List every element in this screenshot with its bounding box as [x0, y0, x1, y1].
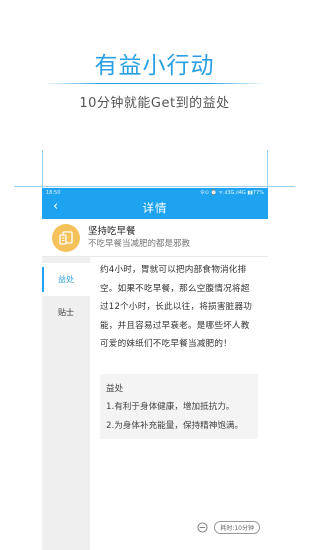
duration-badge: 耗时:10分钟 — [214, 521, 260, 534]
item-header: 坚持吃早餐 不吃早餐当减肥的都是邪教 — [42, 219, 268, 257]
clock-icon — [197, 522, 208, 533]
tab-benefits[interactable]: 益处 — [42, 263, 90, 296]
content-text: 约4小时，胃就可以把内部食物消化排空。如果不吃早餐，那么空腹情况将超过12个小时… — [100, 265, 253, 349]
promo-divider — [44, 83, 265, 84]
status-time: 18:50 — [46, 189, 61, 196]
promo-subtitle: 10分钟就能Get到的益处 — [79, 96, 230, 111]
status-bar: 18:50 令⊙ ⌚ ᯤ.ıl3G.ıl4G ▮▮77% — [42, 188, 268, 197]
benefit-item: 1.有利于身体健康，增加抵抗力。 — [106, 402, 235, 412]
deco-line-left — [42, 150, 43, 190]
benefit-box: 益处 1.有利于身体健康，增加抵抗力。 2.为身体补充能量，保持精神饱满。 — [100, 373, 258, 439]
content-panel: 约4小时，胃就可以把内部食物消化排空。如果不吃早餐，那么空腹情况将超过12个小时… — [90, 257, 268, 550]
tab-tips[interactable]: 贴士 — [42, 296, 90, 329]
content-footer: 耗时:10分钟 — [90, 521, 268, 534]
benefit-heading: 益处 — [106, 383, 124, 394]
nav-bar: ‹ 详情 — [42, 197, 268, 219]
page-title: 详情 — [142, 201, 168, 215]
phone-screen: 18:50 令⊙ ⌚ ᯤ.ıl3G.ıl4G ▮▮77% ‹ 详情 坚持吃早餐 … — [42, 188, 268, 550]
promo-title: 有益小行动 — [94, 53, 215, 79]
item-title: 坚持吃早餐 — [88, 225, 136, 237]
side-tabs: 益处 贴士 — [42, 257, 90, 550]
deco-line-horizontal — [14, 186, 295, 187]
status-indicators: 令⊙ ⌚ ᯤ.ıl3G.ıl4G ▮▮77% — [199, 190, 264, 196]
checklist-icon — [52, 223, 80, 252]
deco-line-right — [267, 150, 268, 190]
back-icon[interactable]: ‹ — [53, 199, 58, 214]
benefit-item: 2.为身体补充能量，保持精神饱满。 — [106, 420, 244, 431]
item-subtitle: 不吃早餐当减肥的都是邪教 — [88, 238, 191, 249]
